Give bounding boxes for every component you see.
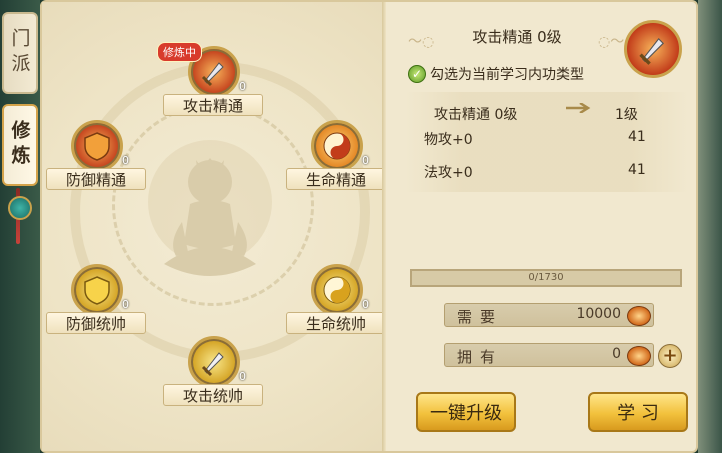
add-currency-button[interactable]: + bbox=[658, 344, 682, 368]
sword-icon bbox=[201, 62, 224, 87]
skill-disc bbox=[311, 264, 363, 316]
skill-node-life-mastery[interactable]: 0 生命精通 bbox=[286, 120, 386, 200]
skill-name: 攻击统帅 bbox=[163, 384, 263, 406]
skill-level: 0 bbox=[122, 154, 129, 167]
learn-button[interactable]: 学 习 bbox=[588, 392, 688, 432]
yin-yang-icon bbox=[323, 276, 351, 304]
stat-label: 法攻+0 bbox=[424, 165, 473, 181]
skill-level: 0 bbox=[362, 298, 369, 311]
detail-title: 攻击精通 0级 bbox=[472, 28, 562, 46]
sword-icon bbox=[201, 352, 224, 377]
skill-node-attack-command[interactable]: 0 攻击统帅 bbox=[163, 336, 263, 416]
sword-icon bbox=[639, 37, 665, 65]
skill-disc bbox=[71, 264, 123, 316]
skill-level: 0 bbox=[239, 80, 246, 93]
cultivation-panel: 修炼中 0 攻击精通 0 防御精通 0 生命精通 0 防御统帅 0 生命统帅 0… bbox=[40, 0, 698, 453]
shield-icon bbox=[84, 276, 110, 305]
stat-next-value: 41 bbox=[628, 129, 646, 145]
have-label: 拥有 bbox=[457, 348, 504, 366]
tab-menpai-label: 门派 bbox=[8, 28, 31, 78]
skill-node-life-command[interactable]: 0 生命统帅 bbox=[286, 264, 386, 344]
arrow-right-icon bbox=[566, 103, 591, 113]
pane-divider bbox=[382, 2, 386, 451]
tab-xiulian[interactable]: 修炼 bbox=[2, 104, 38, 186]
coin-icon bbox=[627, 346, 651, 366]
shield-icon bbox=[84, 132, 110, 161]
swirl-ornament-icon: ◌〜 bbox=[598, 34, 625, 50]
skill-detail: 〜◌ 攻击精通 0级 ◌〜 ✓ 勾选为当前学习内功类型 攻击精通 0级 1级 物… bbox=[388, 2, 700, 451]
skill-node-attack-mastery[interactable]: 修炼中 0 攻击精通 bbox=[157, 42, 263, 126]
current-level: 攻击精通 0级 bbox=[434, 107, 518, 123]
skill-disc bbox=[188, 336, 240, 388]
skill-name: 攻击精通 bbox=[163, 94, 263, 116]
yin-yang-icon bbox=[323, 132, 351, 160]
have-value: 0 bbox=[612, 346, 621, 362]
exp-progress-text: 0/1730 bbox=[528, 272, 564, 283]
skill-disc bbox=[311, 120, 363, 172]
cost-need-field: 需要 10000 bbox=[444, 303, 654, 327]
next-level: 1级 bbox=[615, 107, 638, 123]
skill-disc bbox=[71, 120, 123, 172]
jade-knot-icon bbox=[8, 196, 32, 220]
skill-name: 防御精通 bbox=[46, 168, 146, 190]
skill-level: 0 bbox=[122, 298, 129, 311]
need-value: 10000 bbox=[576, 306, 621, 322]
skill-name: 防御统帅 bbox=[46, 312, 146, 334]
exp-progress-bar: 0/1730 bbox=[410, 269, 682, 287]
skill-node-defense-command[interactable]: 0 防御统帅 bbox=[46, 264, 146, 344]
stat-next-value: 41 bbox=[628, 162, 646, 178]
stat-label: 物攻+0 bbox=[424, 132, 473, 148]
skill-level: 0 bbox=[362, 154, 369, 167]
skill-wheel: 修炼中 0 攻击精通 0 防御精通 0 生命精通 0 防御统帅 0 生命统帅 0… bbox=[42, 2, 386, 451]
selected-skill-icon bbox=[624, 20, 682, 78]
cost-have-field: 拥有 0 bbox=[444, 343, 654, 367]
scene-background-right bbox=[698, 0, 722, 453]
set-current-type-checkbox[interactable]: ✓ 勾选为当前学习内功类型 bbox=[408, 64, 584, 84]
one-click-upgrade-button[interactable]: 一键升级 bbox=[416, 392, 516, 432]
skill-name: 生命精通 bbox=[286, 168, 386, 190]
swirl-ornament-icon: 〜◌ bbox=[408, 34, 435, 50]
skill-node-defense-mastery[interactable]: 0 防御精通 bbox=[46, 120, 146, 200]
training-badge: 修炼中 bbox=[157, 42, 202, 62]
skill-name: 生命统帅 bbox=[286, 312, 386, 334]
need-label: 需要 bbox=[457, 308, 504, 326]
tab-menpai[interactable]: 门派 bbox=[2, 12, 38, 94]
meditating-figure-icon bbox=[164, 158, 256, 276]
skill-level: 0 bbox=[239, 370, 246, 383]
coin-icon bbox=[627, 306, 651, 326]
checkbox-label: 勾选为当前学习内功类型 bbox=[430, 67, 584, 83]
tab-xiulian-label: 修炼 bbox=[8, 120, 31, 170]
checkmark-icon: ✓ bbox=[408, 65, 426, 83]
